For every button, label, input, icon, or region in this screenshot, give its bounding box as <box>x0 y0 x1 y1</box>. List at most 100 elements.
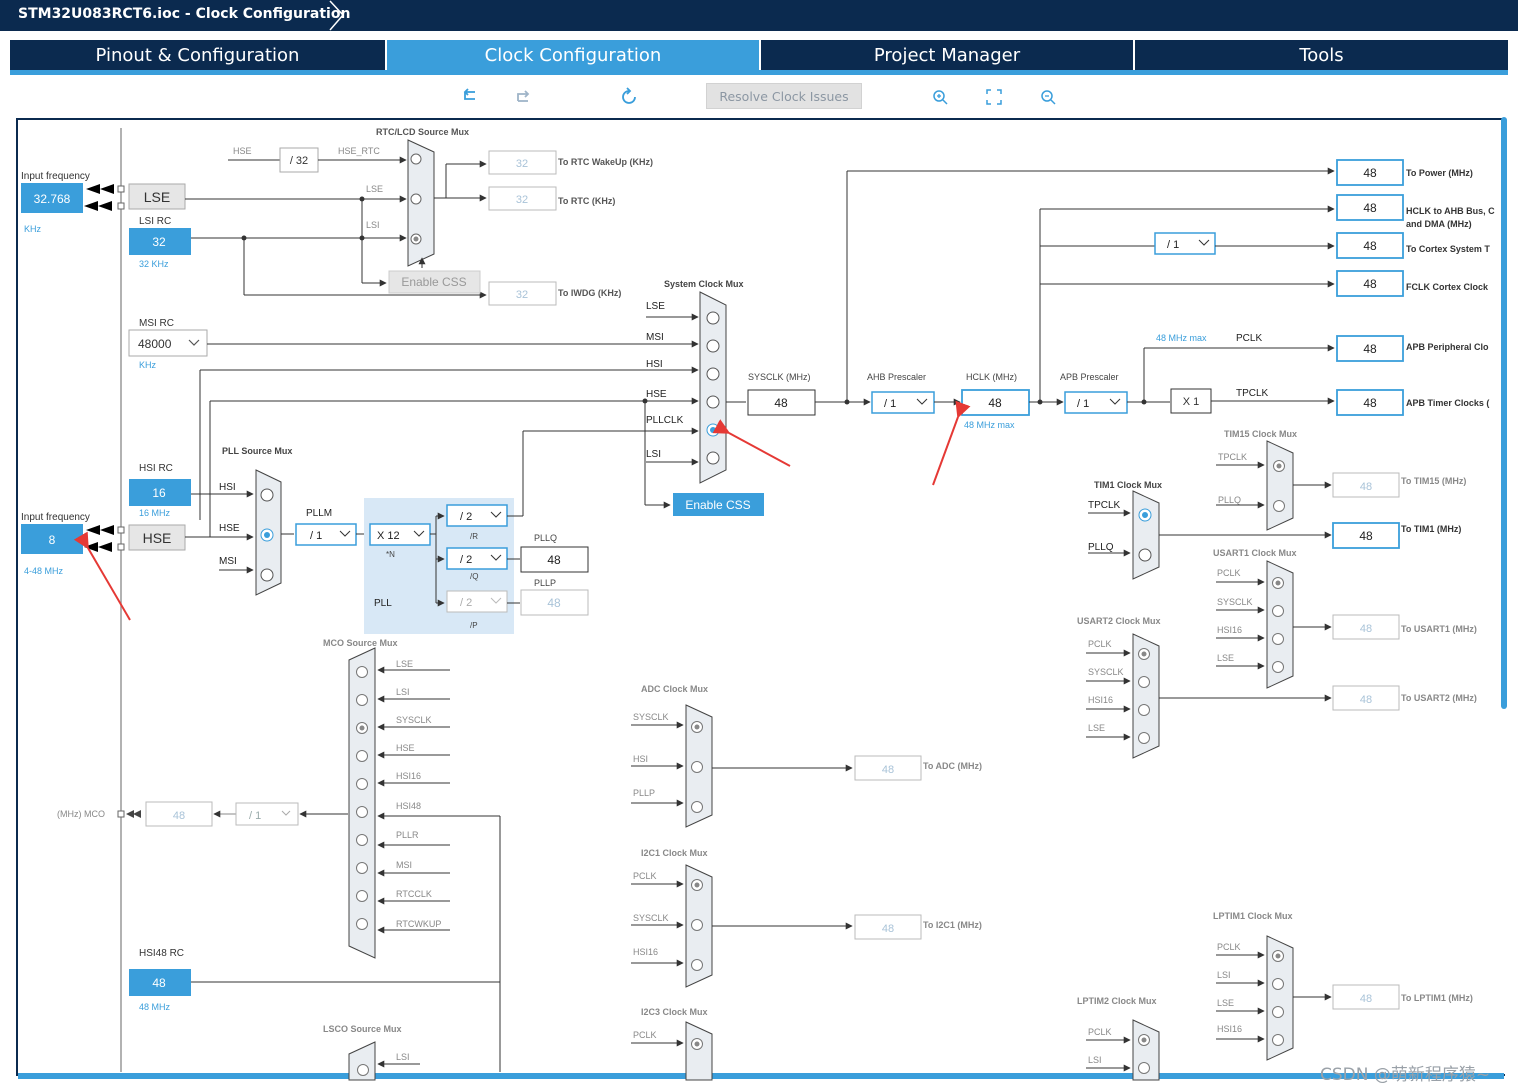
output-ahb-value: 48 <box>1363 201 1377 215</box>
sysmux-radio-msi[interactable] <box>706 339 720 353</box>
sysmux-radio-hsi[interactable] <box>706 367 720 381</box>
usart1-in-hsi16: HSI16 <box>1217 625 1242 635</box>
usart1-in-sysclk: SYSCLK <box>1217 597 1253 607</box>
tim1-label: To TIM1 (MHz) <box>1401 524 1461 534</box>
usart2-in-pclk: PCLK <box>1088 639 1112 649</box>
rtc-mux-radio-hse[interactable] <box>410 153 422 165</box>
usart2-label: To USART2 (MHz) <box>1401 693 1477 703</box>
usart2-in-lse: LSE <box>1088 723 1105 733</box>
output-fclk-value: 48 <box>1363 277 1377 291</box>
hse-input-field[interactable]: 8 <box>49 533 56 547</box>
hse-block-label: HSE <box>143 530 172 546</box>
tim1-radio-pllq[interactable] <box>1138 548 1152 562</box>
rtc-enable-css-button[interactable]: Enable CSS <box>401 275 466 289</box>
output-apb: 48 APB Peripheral Clo <box>1336 335 1489 362</box>
mco-radio-hse[interactable] <box>356 750 368 762</box>
msi-rc-select[interactable]: 48000 <box>138 337 172 351</box>
ahb-prescaler-select[interactable]: / 1 <box>884 398 896 410</box>
i2c1-in-hsi16: HSI16 <box>633 947 658 957</box>
pllr-label: /R <box>470 532 478 541</box>
tim1-in-pllq: PLLQ <box>1088 542 1114 553</box>
pllp-value: 48 <box>547 596 561 610</box>
usart1-radio-sysclk[interactable] <box>1272 605 1284 617</box>
mco-divider-select[interactable]: / 1 <box>249 810 261 822</box>
mco-radio-lse[interactable] <box>356 666 368 678</box>
lptim1-value: 48 <box>1360 993 1372 1005</box>
pllm-select[interactable]: / 1 <box>310 530 322 542</box>
clock-tree-diagram: Input frequency 32.768 KHz LSE LSI RC 32… <box>21 127 1495 1081</box>
output-ahb: 48 HCLK to AHB Bus, C and DMA (MHz) <box>1336 194 1495 229</box>
msi-rc-unit: KHz <box>139 360 157 370</box>
hsi48-rc-title: HSI48 RC <box>139 948 184 959</box>
mco-radio-hsi48[interactable] <box>356 806 368 818</box>
mco-mux-inputs: LSE LSI SYSCLK HSE HSI16 HSI48 PLLR MSI … <box>356 659 500 934</box>
mco-radio-hsi16[interactable] <box>356 778 368 790</box>
i2c1-in-pclk: PCLK <box>633 871 657 881</box>
i2c1-radio-hsi16[interactable] <box>691 959 703 971</box>
output-cortex-label: To Cortex System T <box>1406 244 1490 254</box>
lptim1-radio-lsi[interactable] <box>1272 978 1284 990</box>
lptim1-radio-hsi16[interactable] <box>1272 1034 1284 1046</box>
pllr-select[interactable]: / 2 <box>460 511 472 523</box>
usart2-radio-lse[interactable] <box>1138 732 1150 744</box>
adc-radio-pllp[interactable] <box>691 801 703 813</box>
lsco-radio-lsi[interactable] <box>357 1064 369 1076</box>
tpclk-label: TPCLK <box>1236 388 1269 399</box>
apb-prescaler-select[interactable]: / 1 <box>1077 398 1089 410</box>
sysmux-radio-lse[interactable] <box>706 311 720 325</box>
pllp-select[interactable]: / 2 <box>460 597 472 609</box>
rtc-hse-rtc-label: HSE_RTC <box>338 146 380 156</box>
lptim1-label: To LPTIM1 (MHz) <box>1401 993 1473 1003</box>
lsco-in-lsi: LSI <box>396 1052 410 1062</box>
rtc-wakeup-label: To RTC WakeUp (KHz) <box>558 157 653 167</box>
lptim1-in-lsi: LSI <box>1217 970 1231 980</box>
i2c3-title: I2C3 Clock Mux <box>641 1007 708 1017</box>
usart1-in-pclk: PCLK <box>1217 568 1241 578</box>
pll-src-radio-hsi[interactable] <box>260 488 274 502</box>
rtc-wakeup-value: 32 <box>516 158 528 170</box>
lptim2-radio-lsi[interactable] <box>1138 1062 1150 1074</box>
output-cortex: 48 To Cortex System T <box>1336 232 1490 259</box>
tim1-title: TIM1 Clock Mux <box>1094 480 1162 490</box>
pllq-select[interactable]: / 2 <box>460 554 472 566</box>
i2c3-in-pclk: PCLK <box>633 1030 657 1040</box>
usart2-in-sysclk: SYSCLK <box>1088 667 1124 677</box>
pll-src-in-hse: HSE <box>219 523 240 534</box>
mco-radio-lsi[interactable] <box>356 694 368 706</box>
mco-radio-rtcwkup[interactable] <box>356 918 368 930</box>
usart2-radio-hsi16[interactable] <box>1138 704 1150 716</box>
pclk-max: 48 MHz max <box>1156 333 1207 343</box>
lse-unit: KHz <box>24 224 42 234</box>
cortex-divider-select[interactable]: / 1 <box>1167 239 1179 251</box>
sysmux-enable-css-button[interactable]: Enable CSS <box>685 498 750 512</box>
mco-radio-rtcclk[interactable] <box>356 890 368 902</box>
sysmux-radio-hse[interactable] <box>706 395 720 409</box>
adc-radio-hsi[interactable] <box>691 761 703 773</box>
mco-radio-msi[interactable] <box>356 862 368 874</box>
sysmux-radio-lsi[interactable] <box>706 451 720 465</box>
sysmux-in-pllclk: PLLCLK <box>646 415 684 426</box>
tim1-in-tpclk: TPCLK <box>1088 500 1121 511</box>
usart2-radio-sysclk[interactable] <box>1138 676 1150 688</box>
output-power: 48 To Power (MHz) <box>1336 159 1473 186</box>
pll-src-title: PLL Source Mux <box>222 446 292 456</box>
lse-input-field[interactable]: 32.768 <box>34 192 71 206</box>
usart1-radio-hsi16[interactable] <box>1272 633 1284 645</box>
lptim1-radio-lse[interactable] <box>1272 1006 1284 1018</box>
i2c1-radio-sysclk[interactable] <box>691 919 703 931</box>
mco-mux-title: MCO Source Mux <box>323 638 398 648</box>
pll-src-radio-msi[interactable] <box>260 568 274 582</box>
usart2-value: 48 <box>1360 694 1372 706</box>
i2c1-in-sysclk: SYSCLK <box>633 913 669 923</box>
output-apb-label: APB Peripheral Clo <box>1406 342 1489 352</box>
mco-radio-pllr[interactable] <box>356 834 368 846</box>
i2c1-value: 48 <box>882 923 894 935</box>
tim15-radio-pllq[interactable] <box>1273 500 1285 512</box>
hsi48-rc-value: 48 <box>152 976 166 990</box>
plln-select[interactable]: X 12 <box>377 530 400 542</box>
rtc-mux-radio-lse[interactable] <box>410 193 422 205</box>
usart1-in-lse: LSE <box>1217 653 1234 663</box>
lptim2-in-lsi: LSI <box>1088 1055 1102 1065</box>
usart1-radio-lse[interactable] <box>1272 661 1284 673</box>
pclk-label: PCLK <box>1236 333 1262 344</box>
